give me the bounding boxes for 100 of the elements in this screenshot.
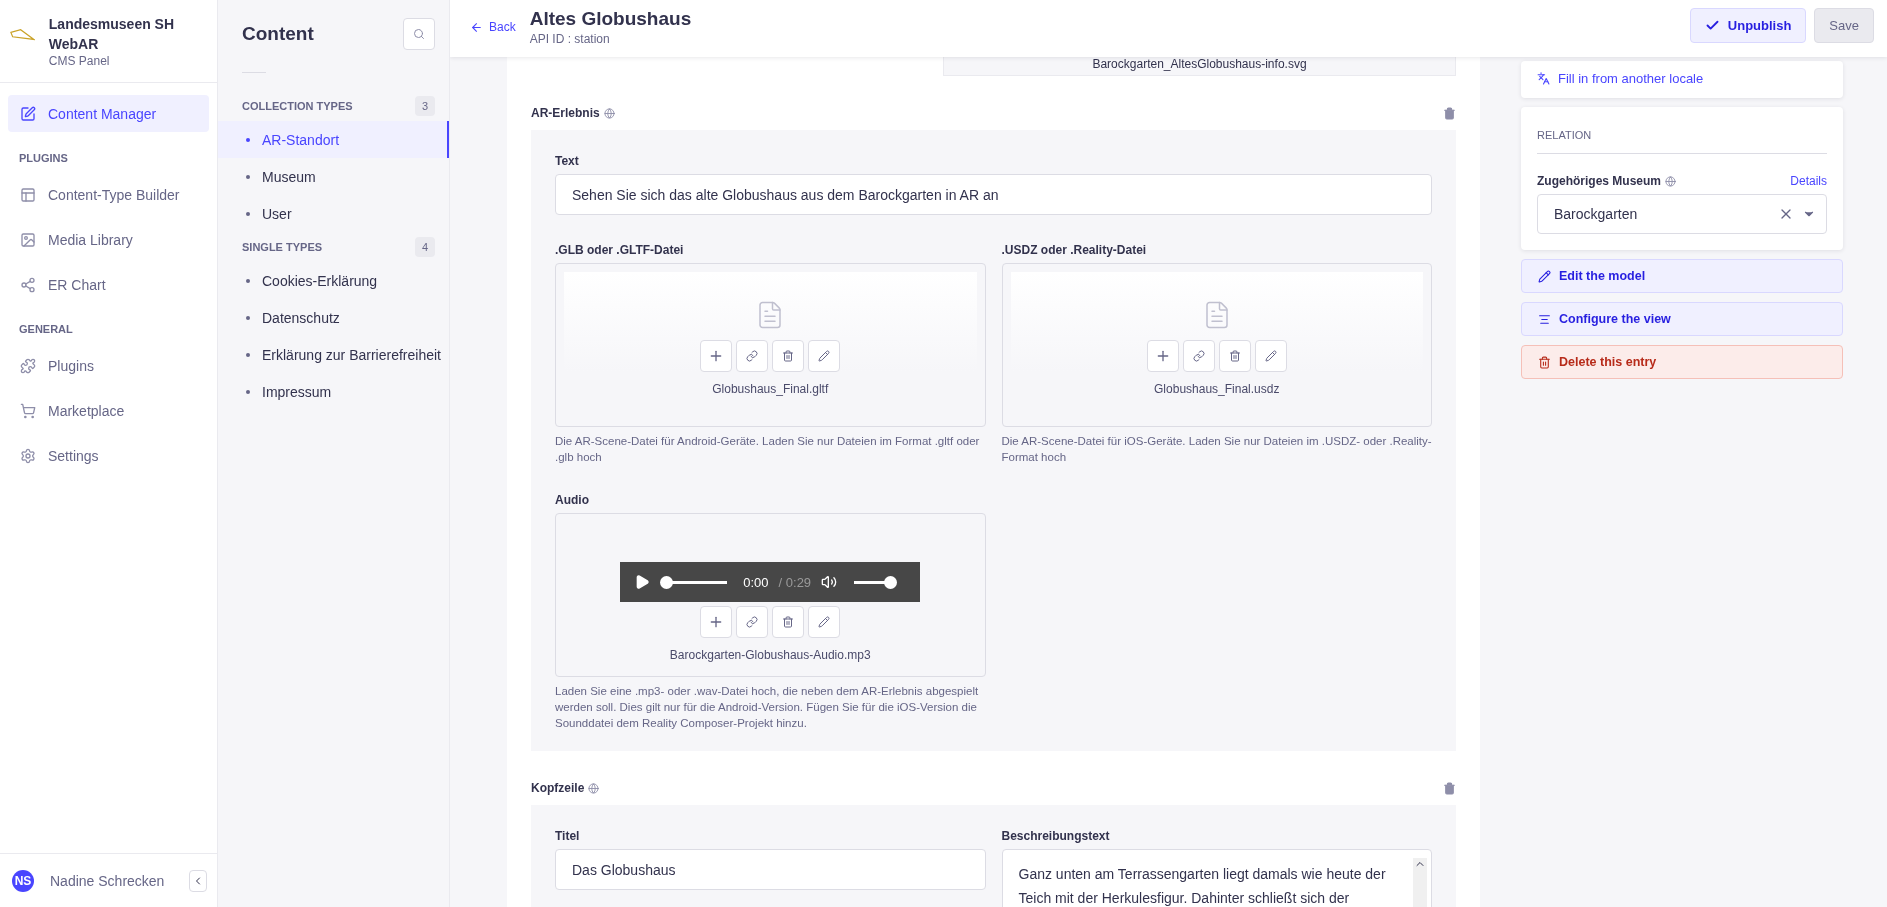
file-name: Globushaus_Final.gltf <box>712 382 829 396</box>
field-hint: Laden Sie eine .mp3- oder .wav-Datei hoch, die neben dem AR-Erlebnis abgespielt werden soll. Dies gilt nur für die Android-Version. Fügen Sie für die iOS-Version die Sounddatei dem Reality Composer-Projekt hinzu. <box>555 684 980 731</box>
pencil-icon <box>1538 269 1551 283</box>
pencil-icon <box>1264 350 1277 362</box>
logo-icon <box>10 28 35 42</box>
count-badge: 4 <box>415 237 435 257</box>
component-title: AR-Erlebnis <box>531 106 600 120</box>
cart-icon <box>20 402 36 419</box>
edit-button[interactable] <box>1254 340 1287 372</box>
trash-icon <box>782 616 795 628</box>
field-label: Beschreibungstext <box>1001 829 1111 843</box>
duration: / 0:29 <box>778 574 812 590</box>
field-hint: Die AR-Scene-Datei für iOS-Geräte. Laden Sie nur Dateien im .USDZ- oder .Reality-Format hoch <box>1001 434 1432 465</box>
pen-square-icon <box>20 105 36 122</box>
play-icon[interactable] <box>634 574 651 590</box>
link-button[interactable] <box>1182 340 1215 372</box>
text-field[interactable]: Das Globushaus <box>555 849 986 890</box>
field-label: Audio <box>555 493 590 507</box>
link-icon <box>746 350 759 362</box>
settings-icon <box>20 447 36 464</box>
user-avatar: NS <box>12 869 34 892</box>
brand-title: Landesmuseen SH WebAR <box>48 15 176 54</box>
field-label: Text <box>555 154 580 168</box>
field-label: .GLB oder .GLTF-Datei <box>555 243 685 257</box>
add-button[interactable] <box>700 340 733 372</box>
field-label: Titel <box>555 829 581 843</box>
details-link[interactable]: Details <box>1790 174 1827 188</box>
nav-item[interactable]: Settings <box>8 437 209 474</box>
check-icon <box>1704 18 1720 33</box>
content-type-link[interactable]: User <box>218 195 449 232</box>
collapse-button[interactable] <box>189 869 207 892</box>
text-area[interactable]: Ganz unten am Terrassengarten liegt damals wie heute der Teich mit der Herkulesfigur. Dahinter schließt sich der <box>1001 849 1432 907</box>
file-name: Barockgarten_AltesGlobushaus-info.svg <box>943 57 1456 76</box>
lines-icon <box>1538 312 1551 326</box>
edit-button[interactable] <box>808 606 841 638</box>
volume-icon[interactable] <box>821 574 838 590</box>
nav-item[interactable]: Plugins <box>8 347 209 384</box>
field-hint: Die AR-Scene-Datei für Android-Geräte. Laden Sie nur Dateien im Format .gltf oder .glb hoch <box>555 434 981 465</box>
save-button[interactable]: Save <box>1814 8 1874 43</box>
section-heading: PLUGINS <box>18 151 69 166</box>
back-link[interactable]: Back <box>470 20 516 34</box>
section-heading: RELATION <box>1537 107 1827 154</box>
edit-button[interactable] <box>808 340 841 372</box>
search-icon <box>413 28 425 40</box>
volume-thumb[interactable] <box>884 575 898 589</box>
edit-model-button[interactable]: Edit the model <box>1521 259 1843 293</box>
globe-icon <box>1665 175 1676 187</box>
trash-icon <box>1228 350 1241 362</box>
globe-icon <box>603 107 615 119</box>
content-type-link[interactable]: Cookies-Erklärung <box>218 262 449 299</box>
globe-icon <box>588 782 600 794</box>
content-type-link[interactable]: Museum <box>218 158 449 195</box>
progress-thumb[interactable] <box>660 575 674 589</box>
link-icon <box>1192 350 1205 362</box>
link-button[interactable] <box>736 340 769 372</box>
delete-icon[interactable] <box>1443 781 1456 795</box>
panel-title: Content <box>242 23 314 45</box>
field-label: Zugehöriges Museum <box>1537 174 1661 188</box>
delete-button[interactable] <box>772 340 805 372</box>
add-button[interactable] <box>1146 340 1179 372</box>
api-id: API ID : station <box>529 32 611 46</box>
translate-icon <box>1537 72 1550 85</box>
share-icon <box>20 276 36 293</box>
file-name: Barockgarten-Globushaus-Audio.mp3 <box>669 648 871 662</box>
nav-item[interactable]: Content-Type Builder <box>8 176 209 213</box>
pencil-icon <box>818 616 831 628</box>
text-field[interactable]: Sehen Sie sich das alte Globushaus aus dem Barockgarten in AR an <box>555 174 1432 215</box>
content-type-link[interactable]: Datenschutz <box>218 299 449 336</box>
layout-icon <box>20 186 36 203</box>
link-button[interactable] <box>736 606 769 638</box>
content-type-link[interactable]: AR-Standort <box>218 121 449 158</box>
component-title: Kopfzeile <box>531 781 585 795</box>
user-name: Nadine Schrecken <box>50 872 166 889</box>
relation-select[interactable]: Barockgarten <box>1537 194 1827 234</box>
puzzle-icon <box>20 357 36 374</box>
delete-entry-button[interactable]: Delete this entry <box>1521 345 1843 379</box>
nav-item[interactable]: Content Manager <box>8 95 209 132</box>
trash-icon <box>782 350 795 362</box>
nav-item[interactable]: Marketplace <box>8 392 209 429</box>
delete-button[interactable] <box>1218 340 1251 372</box>
nav-item[interactable]: Media Library <box>8 221 209 258</box>
group-heading: COLLECTION TYPES <box>242 100 353 112</box>
delete-icon[interactable] <box>1443 106 1456 120</box>
configure-view-button[interactable]: Configure the view <box>1521 302 1843 336</box>
content-type-link[interactable]: Impressum <box>218 373 449 410</box>
field-label: .USDZ oder .Reality-Datei <box>1001 243 1148 257</box>
search-button[interactable] <box>403 18 435 50</box>
nav-item[interactable]: ER Chart <box>8 266 209 303</box>
unpublish-button[interactable]: Unpublish <box>1689 8 1807 43</box>
delete-button[interactable] <box>772 606 805 638</box>
link-icon <box>746 616 759 628</box>
file-name: Globushaus_Final.usdz <box>1154 382 1280 396</box>
count-badge: 3 <box>415 96 435 116</box>
trash-icon <box>1538 355 1551 369</box>
arrow-left-icon <box>470 20 483 34</box>
group-heading: SINGLE TYPES <box>242 241 323 253</box>
current-time: 0:00 <box>743 574 769 590</box>
add-button[interactable] <box>700 606 733 638</box>
content-type-link[interactable]: Erklärung zur Barrierefreiheit <box>218 336 449 373</box>
entry-title: Altes Globushaus <box>529 8 693 30</box>
